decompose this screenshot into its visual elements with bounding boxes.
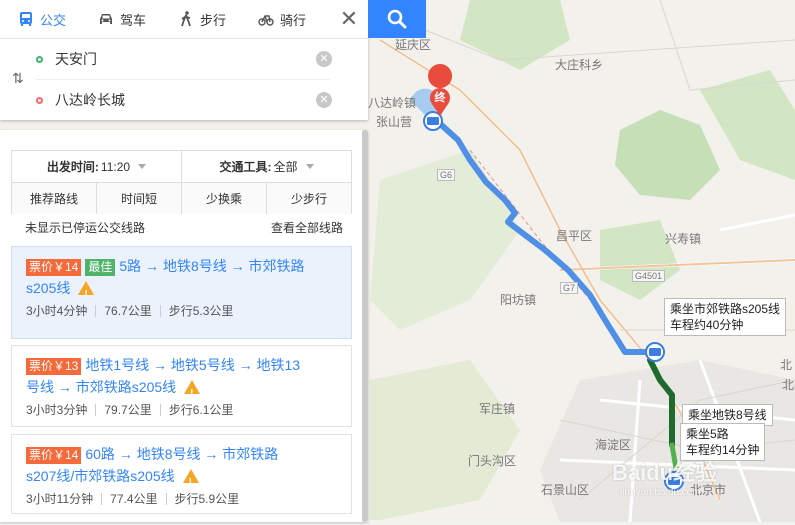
- bus-icon: [20, 12, 32, 26]
- transport-value: 全部: [273, 160, 298, 174]
- search-button[interactable]: [368, 0, 426, 38]
- tab-label: 骑行: [280, 12, 307, 28]
- results-scrollbar[interactable]: [362, 130, 368, 522]
- tip-line: 乘坐5路: [686, 427, 729, 441]
- results-panel: 出发时间: 11:20 交通工具: 全部 推荐路线 时间短 少换乘 少步行 未显…: [0, 130, 368, 522]
- price-badge: 票价￥13: [26, 358, 82, 375]
- walk-icon: [181, 11, 191, 27]
- route-filter: 出发时间: 11:20 交通工具: 全部 推荐路线 时间短 少换乘 少步行: [11, 150, 352, 214]
- route-card[interactable]: 票价￥14 60路 → 地铁8号线 → 市郊铁路 s207线/市郊铁路s205线!…: [11, 434, 352, 514]
- map-label: 军庄镇: [479, 402, 516, 416]
- start-input-value[interactable]: 天安门: [55, 49, 316, 69]
- route-notice: 未显示已停运公交线路 查看全部线路: [25, 219, 343, 236]
- tab-fewer-transfers[interactable]: 少换乘: [182, 183, 267, 214]
- map-label: 北: [782, 378, 795, 392]
- depart-time-select[interactable]: 出发时间: 11:20: [12, 151, 182, 182]
- map-label: 北: [780, 358, 793, 372]
- view-all-link[interactable]: 查看全部线路: [271, 219, 343, 236]
- map-label: 昌平区: [556, 229, 593, 243]
- highway-shield: G4501: [632, 270, 666, 282]
- tab-less-walking[interactable]: 少步行: [267, 183, 351, 214]
- tip-line: 车程约40分钟: [670, 318, 744, 332]
- route-card[interactable]: 票价￥14 最佳 5路 → 地铁8号线 → 市郊铁路 s205线! 3小时4分钟 7…: [11, 246, 352, 339]
- route-line: 地铁1号线 → 地铁5号线 → 地铁13: [85, 357, 301, 373]
- station-marker-icon: [645, 342, 665, 362]
- map-label: 张山营: [376, 115, 413, 129]
- map-label: 石景山区: [541, 483, 590, 497]
- clear-end-icon[interactable]: ✕: [316, 92, 332, 108]
- close-icon: ✕: [339, 6, 359, 31]
- map-label: 海淀区: [595, 438, 632, 452]
- tab-recommended[interactable]: 推荐路线: [12, 183, 97, 214]
- highway-shield: G6: [437, 169, 456, 181]
- map-label: 大庄科乡: [555, 58, 604, 72]
- route-distance: 76.7公里: [95, 305, 159, 317]
- warning-icon: !: [182, 469, 199, 488]
- end-marker-label: 终: [434, 92, 446, 104]
- map-label: 延庆区: [395, 38, 432, 52]
- best-badge: 最佳: [85, 259, 116, 276]
- route-distance: 79.7公里: [95, 404, 159, 416]
- depart-label: 出发时间:: [46, 160, 99, 174]
- price-badge: 票价￥14: [26, 259, 82, 276]
- start-dot-icon: [36, 55, 43, 63]
- route-card[interactable]: 票价￥13 地铁1号线 → 地铁5号线 → 地铁13 号线 → 市郊铁路s205线…: [11, 345, 352, 427]
- end-input-value[interactable]: 八达岭长城: [55, 90, 316, 110]
- tab-label: 步行: [200, 12, 227, 28]
- route-line: 5路 → 地铁8号线 → 市郊铁路: [119, 258, 305, 274]
- map-label: 阳坊镇: [500, 293, 537, 307]
- route-duration: 3小时11分钟: [26, 492, 94, 506]
- tab-shortest-time[interactable]: 时间短: [97, 183, 182, 214]
- highway-shield: G7: [560, 282, 579, 294]
- route-line: s205线: [26, 280, 71, 296]
- tab-bus[interactable]: 公交: [0, 0, 80, 38]
- search-icon: [387, 9, 407, 29]
- warning-icon: !: [78, 281, 95, 300]
- transport-label: 交通工具:: [219, 160, 272, 174]
- route-duration: 3小时3分钟: [26, 403, 88, 417]
- route-walk: 步行6.1公里: [159, 404, 242, 416]
- tab-label: 公交: [40, 12, 67, 28]
- route-line: s207线/市郊铁路s205线: [26, 468, 175, 484]
- warning-icon: !: [184, 380, 201, 399]
- map-label: 门头沟区: [468, 454, 517, 468]
- bike-icon: [258, 15, 274, 26]
- notice-text: 未显示已停运公交线路: [25, 221, 146, 235]
- end-field[interactable]: 八达岭长城 ✕: [36, 82, 332, 118]
- route-duration: 3小时4分钟: [26, 304, 88, 318]
- route-distance: 77.4公里: [101, 493, 165, 505]
- start-field[interactable]: 天安门 ✕: [36, 41, 332, 77]
- mode-tabs: 公交 驾车 步行 骑行 ✕: [0, 0, 368, 39]
- swap-icon[interactable]: ⇅: [12, 70, 24, 87]
- directions-panel: 公交 驾车 步行 骑行 ✕ ⇅ 天安门 ✕ 八达岭长城 ✕: [0, 0, 368, 120]
- price-badge: 票价￥14: [26, 447, 82, 464]
- car-icon: [100, 14, 113, 24]
- chevron-down-icon: [138, 164, 147, 169]
- tab-label: 驾车: [120, 12, 147, 28]
- route-line: 号线 → 市郊铁路s205线: [26, 379, 177, 395]
- end-dot-icon: [36, 96, 43, 104]
- route-tip: 乘坐市郊铁路s205线 车程约40分钟: [664, 298, 787, 336]
- map-label: 八达岭镇: [368, 96, 417, 110]
- tip-line: 乘坐地铁8号线: [688, 408, 767, 422]
- depart-value: 11:20: [100, 159, 131, 174]
- clear-start-icon[interactable]: ✕: [316, 51, 332, 67]
- map-label: 兴寿镇: [665, 232, 702, 246]
- close-button[interactable]: ✕: [330, 0, 368, 38]
- tab-bike[interactable]: 骑行: [240, 0, 320, 38]
- route-walk: 步行5.9公里: [165, 493, 248, 505]
- route-walk: 步行5.3公里: [159, 305, 242, 317]
- tab-car[interactable]: 驾车: [80, 0, 160, 38]
- chevron-down-icon: [305, 164, 314, 169]
- transport-select[interactable]: 交通工具: 全部: [182, 151, 351, 182]
- tab-walk[interactable]: 步行: [160, 0, 240, 38]
- watermark: Baidu经验 jingyan.baidu.com: [612, 460, 718, 498]
- route-line: 60路 → 地铁8号线 → 市郊铁路: [85, 446, 279, 462]
- tip-line: 乘坐市郊铁路s205线: [670, 302, 781, 316]
